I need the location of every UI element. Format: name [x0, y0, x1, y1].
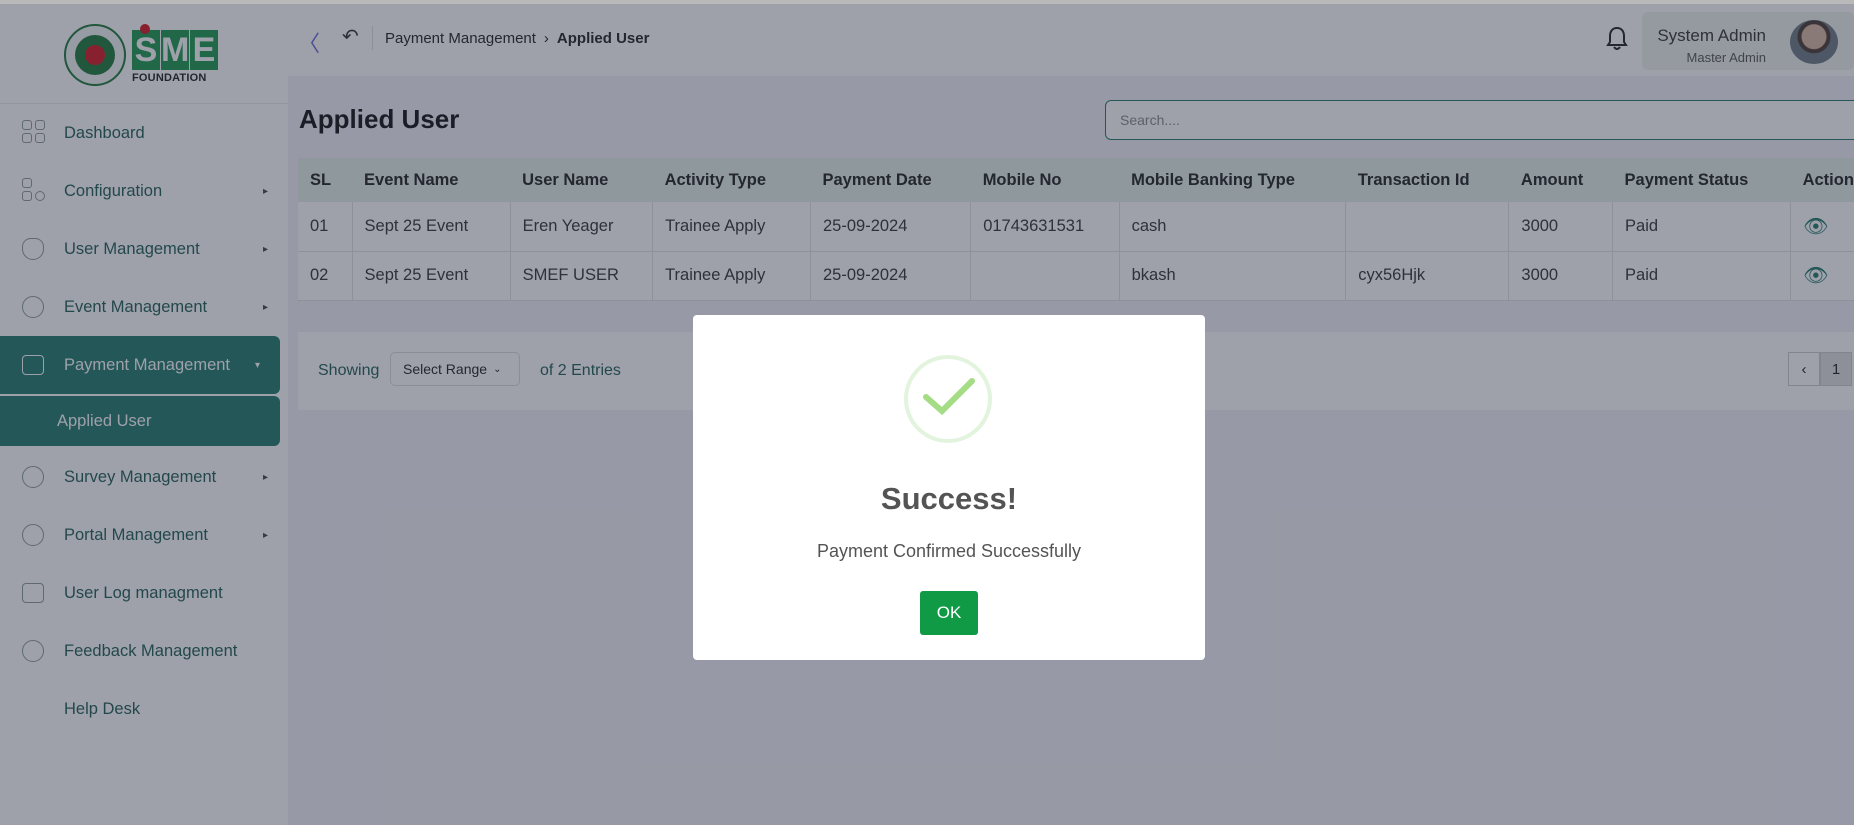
dialog-title: Success!: [880, 481, 1018, 516]
dialog-message: Payment Confirmed Successfully: [816, 541, 1082, 561]
checkmark-icon: [904, 355, 992, 443]
success-dialog: Success! Payment Confirmed Successfully …: [693, 315, 1205, 660]
ok-button[interactable]: OK: [920, 591, 978, 635]
modal-overlay[interactable]: Success! Payment Confirmed Successfully …: [0, 4, 1854, 825]
